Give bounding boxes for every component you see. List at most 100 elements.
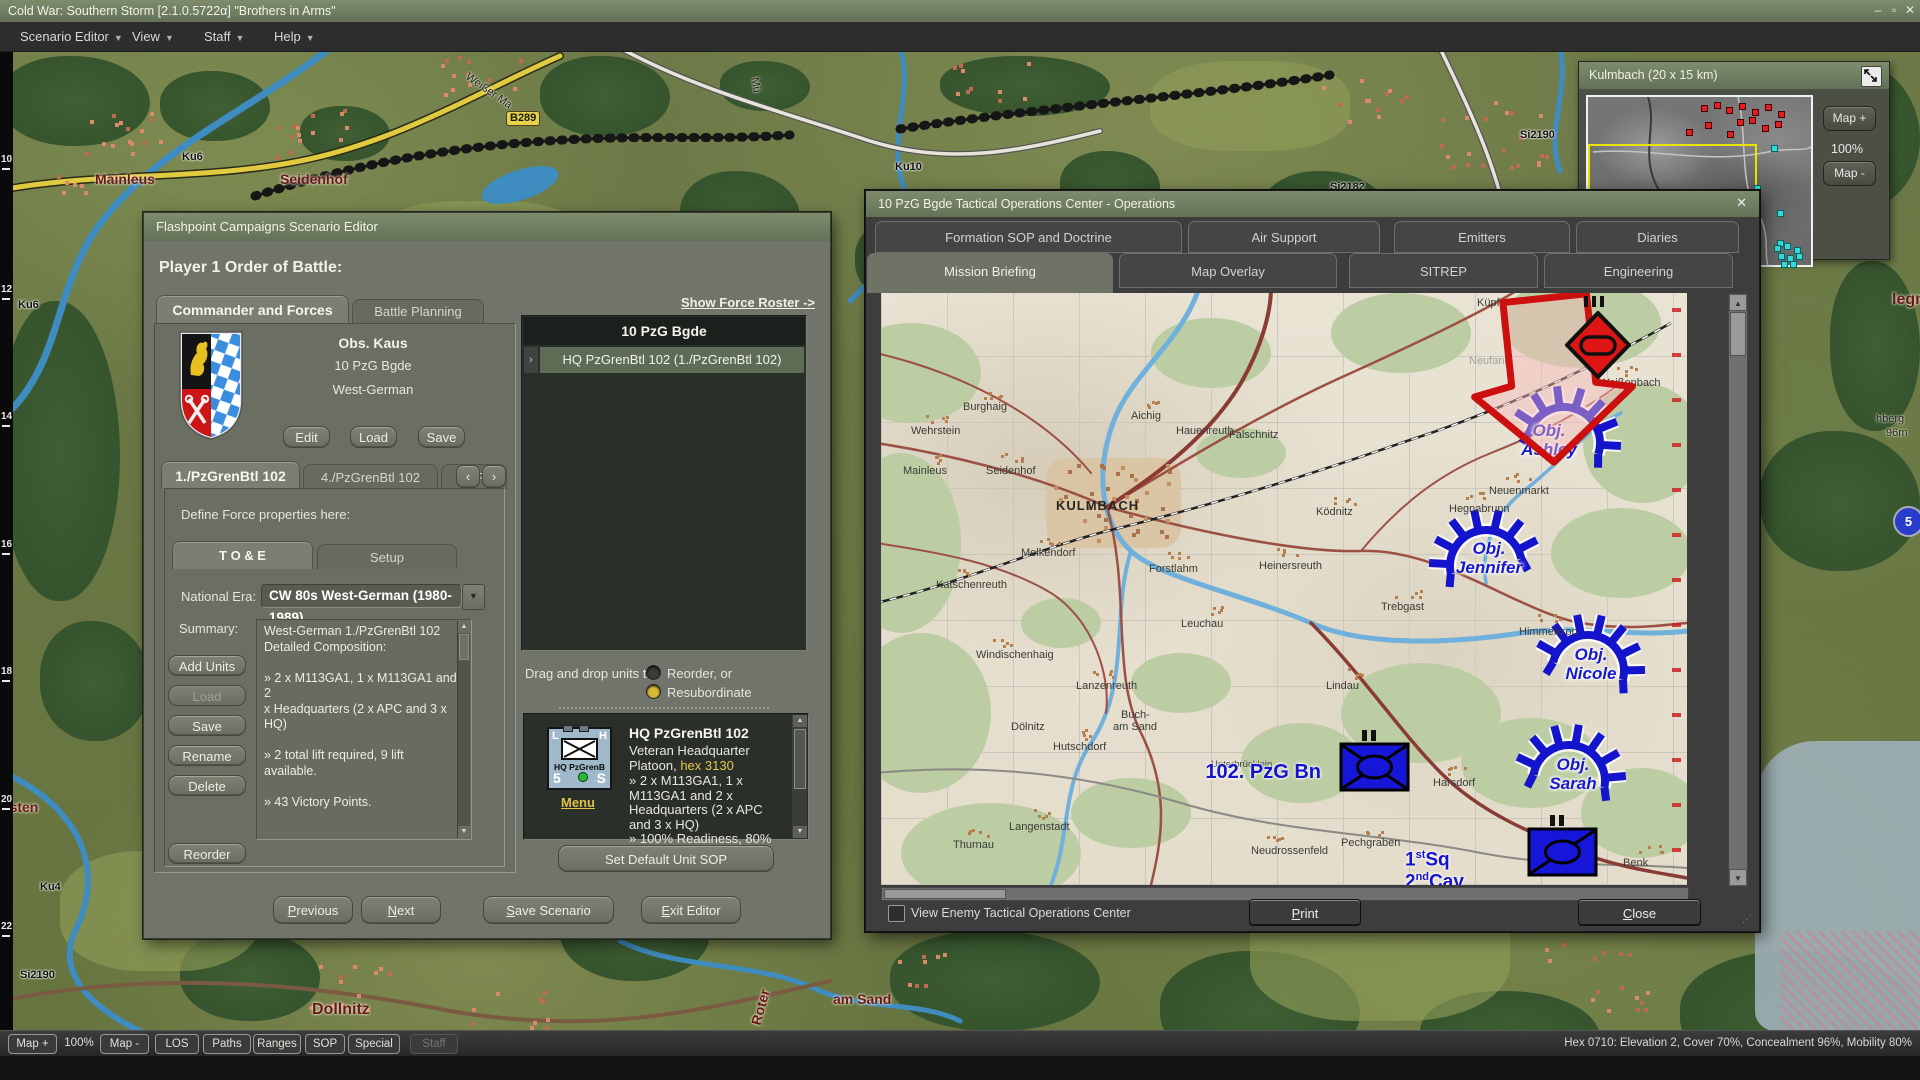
era-dropdown-arrow[interactable]: ▼ (462, 584, 485, 610)
radio-resubordinate[interactable] (646, 684, 661, 699)
unit-counter[interactable]: L H HQ PzGrenB 5 S (547, 727, 612, 790)
save-commander-button[interactable]: Save (418, 426, 465, 448)
tab-air-support[interactable]: Air Support (1188, 221, 1380, 253)
unit-detail-text: » 2 x M113GA1, 1 x M113GA1 and 2 x Headq… (629, 774, 771, 847)
town-building (1027, 62, 1031, 66)
town-building (519, 59, 523, 63)
map-hthumb[interactable] (884, 889, 1006, 899)
exit-editor-button[interactable]: Exit Editor (641, 896, 741, 924)
status-special-button[interactable]: Special (348, 1034, 400, 1054)
save-button[interactable]: Save (168, 715, 246, 736)
close-window-icon[interactable]: ✕ (1902, 0, 1918, 22)
add-units-button[interactable]: Add Units (168, 655, 246, 676)
status-sop-button[interactable]: SOP (305, 1034, 345, 1054)
town-building (1545, 948, 1549, 952)
national-era-select[interactable]: CW 80s West-German (1980-1989) (261, 584, 462, 608)
attack-arrow (1465, 293, 1639, 470)
town-building (1635, 996, 1639, 1000)
reorder-button[interactable]: Reorder (168, 843, 246, 864)
status-los-button[interactable]: LOS (155, 1034, 199, 1054)
divider (559, 707, 769, 709)
town-building (943, 953, 947, 957)
close-button[interactable]: Close (1578, 899, 1701, 926)
briefing-map[interactable]: KULMBACHWehrsteinBurghaigMainleusSeidenh… (881, 293, 1687, 885)
status-map-button[interactable]: Map - (100, 1034, 149, 1054)
tree-expander-icon[interactable]: › (524, 347, 538, 373)
tab-emitters[interactable]: Emitters (1394, 221, 1570, 253)
town-building (1465, 116, 1469, 120)
define-force-label: Define Force properties here: (181, 507, 350, 522)
load-button[interactable]: Load (168, 685, 246, 706)
previous-button[interactable]: Previous (273, 896, 353, 924)
status-staff-button[interactable]: Staff (410, 1034, 458, 1054)
town-building (115, 123, 119, 127)
view-enemy-toc-checkbox[interactable] (888, 905, 905, 922)
summary-scroll-up[interactable]: ▲ (458, 621, 470, 633)
map-scroll-down[interactable]: ▼ (1729, 869, 1747, 886)
town-building (472, 1008, 476, 1012)
tab-sitrep[interactable]: SITREP (1349, 253, 1538, 288)
unit-menu-link[interactable]: Menu (561, 795, 595, 810)
minimap-zoom-out-button[interactable]: Map - (1823, 161, 1876, 186)
tab-battle-planning[interactable]: Battle Planning (352, 299, 484, 323)
map-scroll-up[interactable]: ▲ (1729, 294, 1747, 311)
status-ranges-button[interactable]: Ranges (253, 1034, 301, 1054)
coordinate-strip: 10121416182022 (0, 51, 13, 1030)
load-commander-button[interactable]: Load (350, 426, 397, 448)
tab-engineering[interactable]: Engineering (1544, 253, 1733, 288)
unit-scroll-down[interactable]: ▼ (793, 826, 807, 838)
minimap-zoom-in-button[interactable]: Map + (1823, 106, 1876, 131)
map-vscrollbar[interactable]: ▲ ▼ (1728, 293, 1748, 887)
expand-icon[interactable] (1861, 66, 1882, 87)
radio-reorder-label[interactable]: Reorder, or (667, 666, 732, 681)
show-force-roster-link[interactable]: Show Force Roster -> (681, 295, 815, 310)
summary-scroll-down[interactable]: ▼ (458, 826, 470, 838)
town-building (969, 87, 973, 91)
edit-commander-button[interactable]: Edit (283, 426, 330, 448)
tab-mission-briefing[interactable]: Mission Briefing (867, 253, 1113, 293)
force-tree-panel[interactable]: 10 PzG Bgde › HQ PzGrenBtl 102 (1./PzGre… (521, 315, 807, 651)
unit-scroll-up[interactable]: ▲ (793, 715, 807, 727)
tab-force-4[interactable]: 4./PzGrenBtl 102 (303, 464, 438, 489)
tab-map-overlay[interactable]: Map Overlay (1119, 253, 1337, 288)
town-building (959, 64, 963, 68)
menu-view[interactable]: View▼ (126, 22, 180, 51)
tab-toe[interactable]: T O & E (172, 541, 313, 569)
radio-reorder[interactable] (646, 665, 661, 680)
town-building (1510, 111, 1514, 115)
status-map-button[interactable]: Map + (8, 1034, 57, 1054)
minimize-icon[interactable]: – (1870, 0, 1886, 22)
resize-grip[interactable]: ⋰ (1742, 914, 1753, 925)
enemy-unit-dot (1727, 131, 1734, 138)
tab-diaries[interactable]: Diaries (1576, 221, 1739, 253)
tab-scroll-right-button[interactable]: › (482, 465, 506, 488)
save-scenario-button[interactable]: Save Scenario (483, 896, 614, 924)
town-building (1562, 943, 1566, 947)
tab-force-1[interactable]: 1./PzGrenBtl 102 (161, 461, 300, 489)
unit-scroll-thumb[interactable] (794, 729, 806, 789)
tab-formation-sop-and-doctrine[interactable]: Formation SOP and Doctrine (875, 221, 1182, 253)
tab-commander-and-forces[interactable]: Commander and Forces (156, 295, 349, 323)
close-icon[interactable]: ✕ (1736, 195, 1747, 211)
menu-staff[interactable]: Staff▼ (198, 22, 250, 51)
tree-item-hq[interactable]: HQ PzGrenBtl 102 (1./PzGrenBtl 102) (540, 347, 804, 373)
status-paths-button[interactable]: Paths (203, 1034, 251, 1054)
rename-button[interactable]: Rename (168, 745, 246, 766)
delete-button[interactable]: Delete (168, 775, 246, 796)
town-building (112, 114, 116, 118)
view-enemy-toc-label[interactable]: View Enemy Tactical Operations Center (911, 906, 1131, 920)
set-default-sop-button[interactable]: Set Default Unit SOP (558, 845, 774, 872)
menu-scenario-editor[interactable]: Scenario Editor▼ (14, 22, 129, 51)
menu-help[interactable]: Help▼ (268, 22, 321, 51)
print-button[interactable]: Print (1249, 899, 1361, 926)
summary-scroll-thumb[interactable] (459, 634, 469, 660)
summary-box[interactable]: West-German 1./PzGrenBtl 102 Detailed Co… (256, 619, 472, 840)
next-button[interactable]: Next (361, 896, 441, 924)
maximize-icon[interactable]: ▫ (1886, 0, 1902, 22)
map-vthumb[interactable] (1730, 312, 1746, 356)
map-row-tick (2, 808, 10, 810)
town-building (1466, 163, 1470, 167)
tab-setup[interactable]: Setup (317, 544, 457, 569)
tab-scroll-left-button[interactable]: ‹ (456, 465, 480, 488)
radio-resubordinate-label[interactable]: Resubordinate (667, 685, 752, 700)
